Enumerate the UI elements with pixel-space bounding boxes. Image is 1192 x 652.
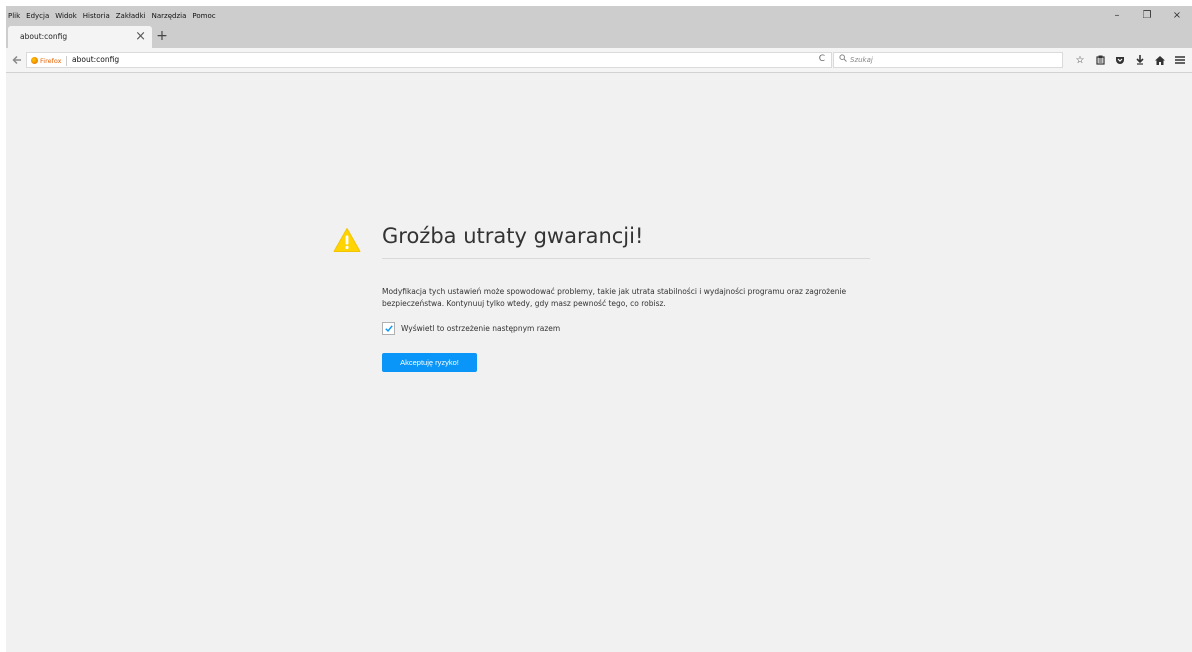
page-content: Groźba utraty gwarancji! Modyfikacja tyc… (6, 73, 1192, 652)
back-arrow-icon (12, 55, 21, 65)
menu-item-bookmarks[interactable]: Zakładki (116, 9, 146, 23)
warning-message: Modyfikacja tych ustawień może spowodowa… (382, 287, 847, 308)
minimize-button[interactable]: – (1102, 6, 1132, 24)
menu-item-view[interactable]: Widok (55, 9, 77, 23)
identity-label: Firefox (40, 56, 62, 65)
warning-icon (333, 227, 361, 257)
show-warning-checkbox[interactable] (382, 322, 395, 335)
show-warning-label: Wyświetl to ostrzeżenie następnym razem (401, 324, 561, 333)
navigation-toolbar: Firefox about:config C Szukaj ☆ (6, 48, 1192, 73)
search-placeholder: Szukaj (850, 56, 873, 64)
tab-close-icon[interactable]: × (135, 29, 146, 44)
url-text[interactable]: about:config (72, 55, 119, 64)
title-tab-strip: Plik Edycja Widok Historia Zakładki Narz… (6, 6, 1192, 48)
checkmark-icon (384, 325, 393, 332)
search-icon (839, 54, 847, 64)
menu-item-history[interactable]: Historia (83, 9, 110, 23)
star-icon[interactable]: ☆ (1070, 52, 1090, 68)
menu-item-tools[interactable]: Narzędzia (152, 9, 187, 23)
close-window-button[interactable]: × (1162, 6, 1192, 24)
back-button[interactable] (9, 52, 25, 68)
reload-icon[interactable]: C (819, 54, 825, 64)
window-controls: – ❐ × (1102, 6, 1192, 24)
menu-item-edit[interactable]: Edycja (26, 9, 49, 23)
firefox-logo-icon (31, 57, 38, 64)
menu-icon[interactable] (1170, 52, 1190, 68)
accept-risk-button[interactable]: Akceptuję ryzyko! (382, 353, 477, 372)
url-separator (65, 55, 67, 66)
menubar: Plik Edycja Widok Historia Zakładki Narz… (8, 9, 222, 23)
menu-item-help[interactable]: Pomoc (192, 9, 215, 23)
browser-window: Plik Edycja Widok Historia Zakładki Narz… (6, 6, 1192, 652)
pocket-icon[interactable] (1110, 52, 1130, 68)
new-tab-button[interactable]: + (154, 27, 170, 45)
url-bar[interactable]: Firefox about:config C (26, 52, 832, 68)
show-warning-checkbox-row[interactable]: Wyświetl to ostrzeżenie następnym razem (382, 322, 560, 335)
menu-item-file[interactable]: Plik (8, 9, 20, 23)
toolbar-icons: ☆ (1070, 52, 1190, 68)
download-icon[interactable] (1130, 52, 1150, 68)
search-input[interactable]: Szukaj (833, 52, 1063, 68)
restore-button[interactable]: ❐ (1132, 6, 1162, 24)
page-title: Groźba utraty gwarancji! (382, 224, 870, 259)
home-icon[interactable] (1150, 52, 1170, 68)
tab-title: about:config (20, 32, 68, 41)
tab-about-config[interactable]: about:config × (8, 26, 152, 48)
identity-box[interactable]: Firefox (31, 55, 71, 66)
reading-list-icon[interactable] (1090, 52, 1110, 68)
